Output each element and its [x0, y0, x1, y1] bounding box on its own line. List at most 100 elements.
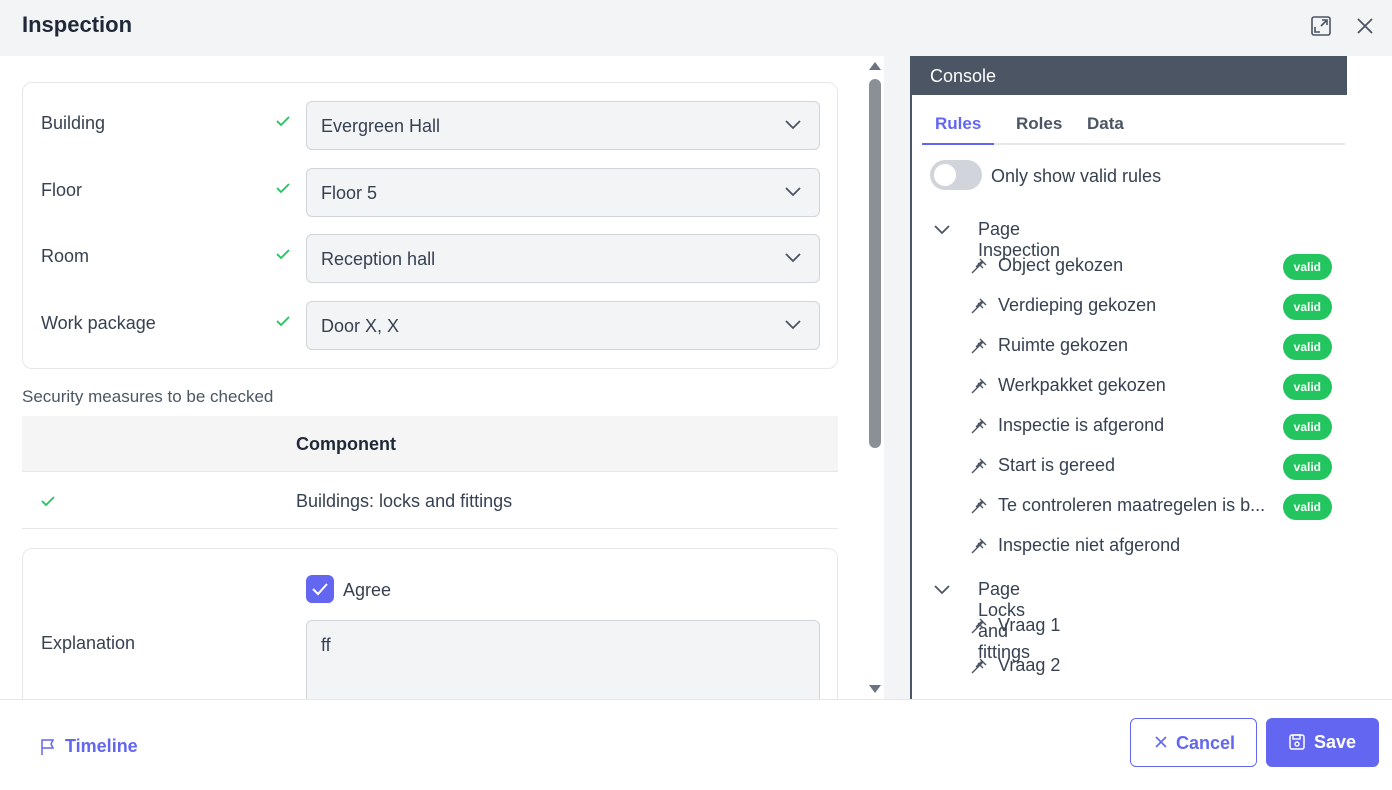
agree-label: Agree — [343, 580, 392, 600]
valid-badge: valid — [1282, 494, 1332, 520]
field-label: Building — [41, 113, 106, 133]
rule-item[interactable]: Verdieping gekozen valid — [970, 291, 1332, 321]
console-tabs: Rules Roles Data — [922, 112, 1345, 145]
chevron-down-icon — [785, 187, 801, 197]
valid-rules-toggle[interactable] — [930, 160, 982, 190]
chevron-down-icon[interactable] — [934, 225, 950, 235]
save-button[interactable]: Save — [1266, 718, 1379, 767]
field-label: Room — [41, 246, 90, 266]
select-value: Floor 5 — [321, 183, 378, 203]
close-icon[interactable] — [1354, 15, 1376, 37]
gavel-icon — [971, 378, 987, 394]
chevron-down-icon — [785, 253, 801, 263]
field-label: Work package — [41, 313, 156, 333]
valid-badge: valid — [1282, 334, 1332, 360]
panel-divider — [884, 56, 910, 699]
chevron-down-icon[interactable] — [934, 585, 950, 595]
valid-badge: valid — [1282, 454, 1332, 480]
gavel-icon — [971, 338, 987, 354]
check-icon — [276, 183, 290, 194]
scrollbar-thumb[interactable] — [869, 79, 881, 448]
rule-item[interactable]: Vraag 1 — [970, 611, 1332, 641]
valid-badge: valid — [1282, 374, 1332, 400]
tab-rules[interactable]: Rules — [922, 114, 995, 145]
cancel-label: Cancel — [1176, 733, 1236, 753]
save-label: Save — [1314, 732, 1357, 752]
rule-label: Vraag 1 — [998, 615, 1061, 635]
rule-label: Inspectie niet afgerond — [998, 535, 1181, 555]
gavel-icon — [971, 658, 987, 674]
field-row-floor: Floor Floor 5 — [23, 168, 837, 218]
rule-label: Object gekozen — [998, 255, 1124, 275]
textarea-value: ff — [321, 635, 331, 655]
rule-item[interactable]: Start is gereed valid — [970, 451, 1332, 481]
field-label: Floor — [41, 180, 83, 200]
location-card: Building Evergreen Hall Floor Floor 5 Ro… — [22, 82, 838, 369]
cancel-button[interactable]: Cancel — [1130, 718, 1257, 767]
rule-item[interactable]: Te controleren maatregelen is b... valid — [970, 491, 1332, 521]
rule-label: Werkpakket gekozen — [998, 375, 1166, 395]
explanation-card: Agree Explanation ff — [22, 548, 838, 699]
select-value: Evergreen Hall — [321, 116, 441, 136]
security-heading: Security measures to be checked — [22, 387, 274, 406]
select-value: Door X, X — [321, 316, 400, 336]
console-header: Console — [912, 56, 1347, 95]
page-title: Inspection — [22, 12, 133, 37]
gavel-icon — [971, 298, 987, 314]
field-row-building: Building Evergreen Hall — [23, 101, 837, 151]
table-header: Component — [22, 416, 838, 472]
expand-icon[interactable] — [1310, 15, 1332, 37]
column-header-component: Component — [296, 434, 396, 454]
room-select[interactable]: Reception hall — [306, 234, 820, 283]
rule-label: Start is gereed — [998, 455, 1116, 475]
gavel-icon — [971, 418, 987, 434]
dialog-footer: Timeline Cancel Save — [0, 699, 1392, 790]
valid-badge: valid — [1282, 294, 1332, 320]
rule-label: Ruimte gekozen — [998, 335, 1129, 355]
field-row-room: Room Reception hall — [23, 234, 837, 284]
form-scrollbar[interactable] — [866, 56, 884, 699]
scroll-down-arrow-icon[interactable] — [869, 685, 881, 693]
form-area: Building Evergreen Hall Floor Floor 5 Ro… — [0, 56, 866, 699]
check-icon — [276, 316, 290, 327]
check-icon — [276, 116, 290, 127]
tab-data[interactable]: Data — [1077, 114, 1134, 145]
valid-badge: valid — [1282, 414, 1332, 440]
tab-roles[interactable]: Roles — [1006, 114, 1072, 145]
rule-item[interactable]: Inspectie is afgerond valid — [970, 411, 1332, 441]
gavel-icon — [971, 538, 987, 554]
gavel-icon — [971, 458, 987, 474]
scroll-up-arrow-icon[interactable] — [869, 62, 881, 70]
dialog-header: Inspection — [0, 0, 1392, 56]
flag-icon — [41, 739, 55, 755]
chevron-down-icon — [785, 120, 801, 130]
toggle-label: Only show valid rules — [991, 166, 1162, 186]
floor-select[interactable]: Floor 5 — [306, 168, 820, 217]
select-value: Reception hall — [321, 249, 436, 269]
console-title: Console — [930, 66, 997, 86]
save-icon — [1289, 734, 1305, 750]
rule-label: Inspectie is afgerond — [998, 415, 1165, 435]
gavel-icon — [971, 258, 987, 274]
building-select[interactable]: Evergreen Hall — [306, 101, 820, 150]
checkmark-icon — [312, 583, 328, 596]
rule-item[interactable]: Vraag 2 — [970, 651, 1332, 681]
close-icon — [1155, 736, 1167, 748]
toggle-knob — [934, 164, 956, 186]
work-package-select[interactable]: Door X, X — [306, 301, 820, 350]
rule-item[interactable]: Werkpakket gekozen valid — [970, 371, 1332, 401]
valid-badge: valid — [1282, 254, 1332, 280]
rule-item[interactable]: Inspectie niet afgerond — [970, 531, 1332, 561]
component-cell: Buildings: locks and fittings — [296, 491, 513, 511]
check-icon — [276, 249, 290, 260]
explanation-textarea[interactable]: ff — [306, 620, 820, 699]
rule-label: Te controleren maatregelen is b... — [998, 495, 1266, 515]
rule-item[interactable]: Object gekozen valid — [970, 251, 1332, 281]
field-row-work-package: Work package Door X, X — [23, 301, 837, 351]
agree-checkbox[interactable] — [306, 575, 334, 603]
gavel-icon — [971, 618, 987, 634]
console-panel: Console Rules Roles Data Only show valid… — [910, 56, 1347, 699]
rule-item[interactable]: Ruimte gekozen valid — [970, 331, 1332, 361]
table-row[interactable]: Buildings: locks and fittings — [22, 472, 838, 529]
explanation-label: Explanation — [41, 633, 136, 653]
